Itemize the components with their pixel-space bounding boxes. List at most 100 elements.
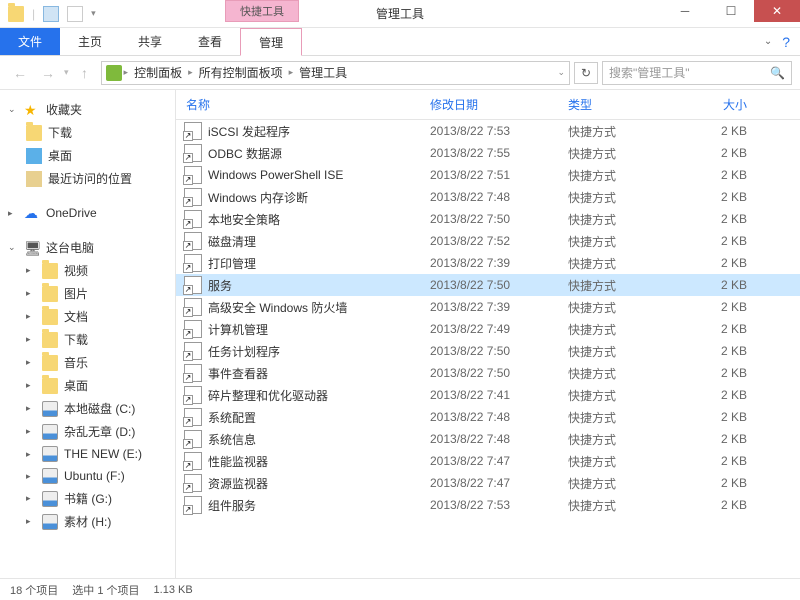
expand-icon[interactable]: ▸ — [26, 403, 36, 414]
expand-icon[interactable]: ▸ — [26, 516, 36, 527]
back-button[interactable]: ← — [8, 61, 32, 85]
file-row[interactable]: 磁盘清理 2013/8/22 7:52 快捷方式 2 KB — [176, 230, 800, 252]
refresh-button[interactable]: ↻ — [574, 62, 598, 84]
chevron-right-icon: ▸ — [289, 67, 294, 78]
expand-icon[interactable]: ▸ — [26, 357, 36, 368]
search-input[interactable]: 搜索"管理工具" 🔍 — [602, 61, 792, 85]
sidebar-item[interactable]: 桌面 — [4, 144, 171, 167]
sidebar-onedrive[interactable]: ▸ ☁ OneDrive — [4, 202, 171, 224]
file-name: 系统配置 — [208, 409, 430, 426]
breadcrumb-item[interactable]: 管理工具 — [295, 64, 351, 81]
file-name: iSCSI 发起程序 — [208, 123, 430, 140]
breadcrumb-item[interactable]: 所有控制面板项 — [195, 64, 287, 81]
forward-button[interactable]: → — [36, 61, 60, 85]
file-size: 2 KB — [683, 476, 763, 490]
tab-manage[interactable]: 管理 — [240, 28, 302, 56]
file-row[interactable]: 任务计划程序 2013/8/22 7:50 快捷方式 2 KB — [176, 340, 800, 362]
breadcrumb-dropdown-icon[interactable]: ⌄ — [557, 67, 565, 78]
expand-icon[interactable]: ▸ — [26, 311, 36, 322]
file-date: 2013/8/22 7:50 — [430, 212, 568, 226]
expand-icon[interactable]: ▸ — [26, 288, 36, 299]
search-placeholder: 搜索"管理工具" — [609, 64, 690, 81]
tab-share[interactable]: 共享 — [120, 28, 180, 55]
column-type[interactable]: 类型 — [568, 96, 683, 113]
sidebar-item[interactable]: 下载 — [4, 121, 171, 144]
ribbon-tabs: 文件 主页 共享 查看 管理 ⌄ ? — [0, 28, 800, 56]
file-row[interactable]: 碎片整理和优化驱动器 2013/8/22 7:41 快捷方式 2 KB — [176, 384, 800, 406]
sidebar-item[interactable]: ▸THE NEW (E:) — [4, 443, 171, 465]
dropdown-icon[interactable]: ▾ — [91, 8, 96, 19]
column-size[interactable]: 大小 — [683, 96, 763, 113]
shortcut-icon — [184, 210, 202, 228]
expand-icon[interactable]: ▸ — [26, 380, 36, 391]
shortcut-icon — [184, 298, 202, 316]
file-size: 2 KB — [683, 212, 763, 226]
expand-icon[interactable]: ▸ — [8, 208, 18, 219]
file-tab[interactable]: 文件 — [0, 28, 60, 55]
ribbon-expand-icon[interactable]: ⌄ — [764, 36, 772, 47]
tab-home[interactable]: 主页 — [60, 28, 120, 55]
file-row[interactable]: 资源监视器 2013/8/22 7:47 快捷方式 2 KB — [176, 472, 800, 494]
sidebar-item[interactable]: ▸本地磁盘 (C:) — [4, 397, 171, 420]
minimize-button[interactable]: ─ — [662, 0, 708, 22]
close-button[interactable]: ✕ — [754, 0, 800, 22]
file-row[interactable]: 系统信息 2013/8/22 7:48 快捷方式 2 KB — [176, 428, 800, 450]
shortcut-icon — [184, 364, 202, 382]
sidebar-item[interactable]: ▸视频 — [4, 259, 171, 282]
breadcrumb-item[interactable]: 控制面板 — [130, 64, 186, 81]
shortcut-icon — [184, 320, 202, 338]
file-row[interactable]: 性能监视器 2013/8/22 7:47 快捷方式 2 KB — [176, 450, 800, 472]
sidebar-item[interactable]: ▸Ubuntu (F:) — [4, 465, 171, 487]
expand-icon[interactable]: ▸ — [26, 334, 36, 345]
file-type: 快捷方式 — [568, 167, 683, 184]
sidebar-item[interactable]: ▸桌面 — [4, 374, 171, 397]
file-row[interactable]: Windows 内存诊断 2013/8/22 7:48 快捷方式 2 KB — [176, 186, 800, 208]
expand-icon[interactable]: ▸ — [26, 265, 36, 276]
sidebar-item[interactable]: ▸书籍 (G:) — [4, 487, 171, 510]
sidebar-favorites[interactable]: ⌄ ★ 收藏夹 — [4, 98, 171, 121]
sidebar-item[interactable]: 最近访问的位置 — [4, 167, 171, 190]
sidebar-item[interactable]: ▸图片 — [4, 282, 171, 305]
column-date[interactable]: 修改日期 — [430, 96, 568, 113]
sidebar-item[interactable]: ▸文档 — [4, 305, 171, 328]
sidebar-item[interactable]: ▸素材 (H:) — [4, 510, 171, 533]
help-icon[interactable]: ? — [782, 34, 790, 50]
file-row[interactable]: 事件查看器 2013/8/22 7:50 快捷方式 2 KB — [176, 362, 800, 384]
expand-icon[interactable]: ▸ — [26, 493, 36, 504]
new-folder-icon[interactable] — [67, 6, 83, 22]
file-type: 快捷方式 — [568, 211, 683, 228]
maximize-button[interactable]: ☐ — [708, 0, 754, 22]
sidebar-item[interactable]: ▸音乐 — [4, 351, 171, 374]
file-row[interactable]: ODBC 数据源 2013/8/22 7:55 快捷方式 2 KB — [176, 142, 800, 164]
file-row[interactable]: 组件服务 2013/8/22 7:53 快捷方式 2 KB — [176, 494, 800, 516]
column-name[interactable]: 名称 — [176, 96, 430, 113]
file-row[interactable]: 系统配置 2013/8/22 7:48 快捷方式 2 KB — [176, 406, 800, 428]
file-row[interactable]: 计算机管理 2013/8/22 7:49 快捷方式 2 KB — [176, 318, 800, 340]
history-dropdown-icon[interactable]: ▾ — [64, 67, 69, 78]
sidebar-thispc[interactable]: ⌄ 🖥 这台电脑 — [4, 236, 171, 259]
chevron-right-icon: ▸ — [124, 67, 129, 78]
expand-icon[interactable]: ▸ — [26, 449, 36, 460]
file-row[interactable]: Windows PowerShell ISE 2013/8/22 7:51 快捷… — [176, 164, 800, 186]
expand-icon[interactable]: ▸ — [26, 426, 36, 437]
sidebar-item[interactable]: ▸杂乱无章 (D:) — [4, 420, 171, 443]
file-size: 2 KB — [683, 388, 763, 402]
file-row[interactable]: 本地安全策略 2013/8/22 7:50 快捷方式 2 KB — [176, 208, 800, 230]
file-type: 快捷方式 — [568, 475, 683, 492]
expand-icon[interactable]: ▸ — [26, 471, 36, 482]
file-row[interactable]: 服务 2013/8/22 7:50 快捷方式 2 KB — [176, 274, 800, 296]
file-type: 快捷方式 — [568, 365, 683, 382]
file-type: 快捷方式 — [568, 277, 683, 294]
file-row[interactable]: 高级安全 Windows 防火墙 2013/8/22 7:39 快捷方式 2 K… — [176, 296, 800, 318]
up-button[interactable]: ↑ — [73, 61, 97, 85]
file-row[interactable]: iSCSI 发起程序 2013/8/22 7:53 快捷方式 2 KB — [176, 120, 800, 142]
properties-icon[interactable] — [43, 6, 59, 22]
collapse-icon[interactable]: ⌄ — [8, 242, 18, 253]
sidebar-item[interactable]: ▸下载 — [4, 328, 171, 351]
file-row[interactable]: 打印管理 2013/8/22 7:39 快捷方式 2 KB — [176, 252, 800, 274]
shortcut-icon — [184, 122, 202, 140]
collapse-icon[interactable]: ⌄ — [8, 104, 18, 115]
tab-view[interactable]: 查看 — [180, 28, 240, 55]
file-size: 2 KB — [683, 146, 763, 160]
breadcrumb[interactable]: ▸ 控制面板 ▸ 所有控制面板项 ▸ 管理工具 ⌄ — [101, 61, 570, 85]
